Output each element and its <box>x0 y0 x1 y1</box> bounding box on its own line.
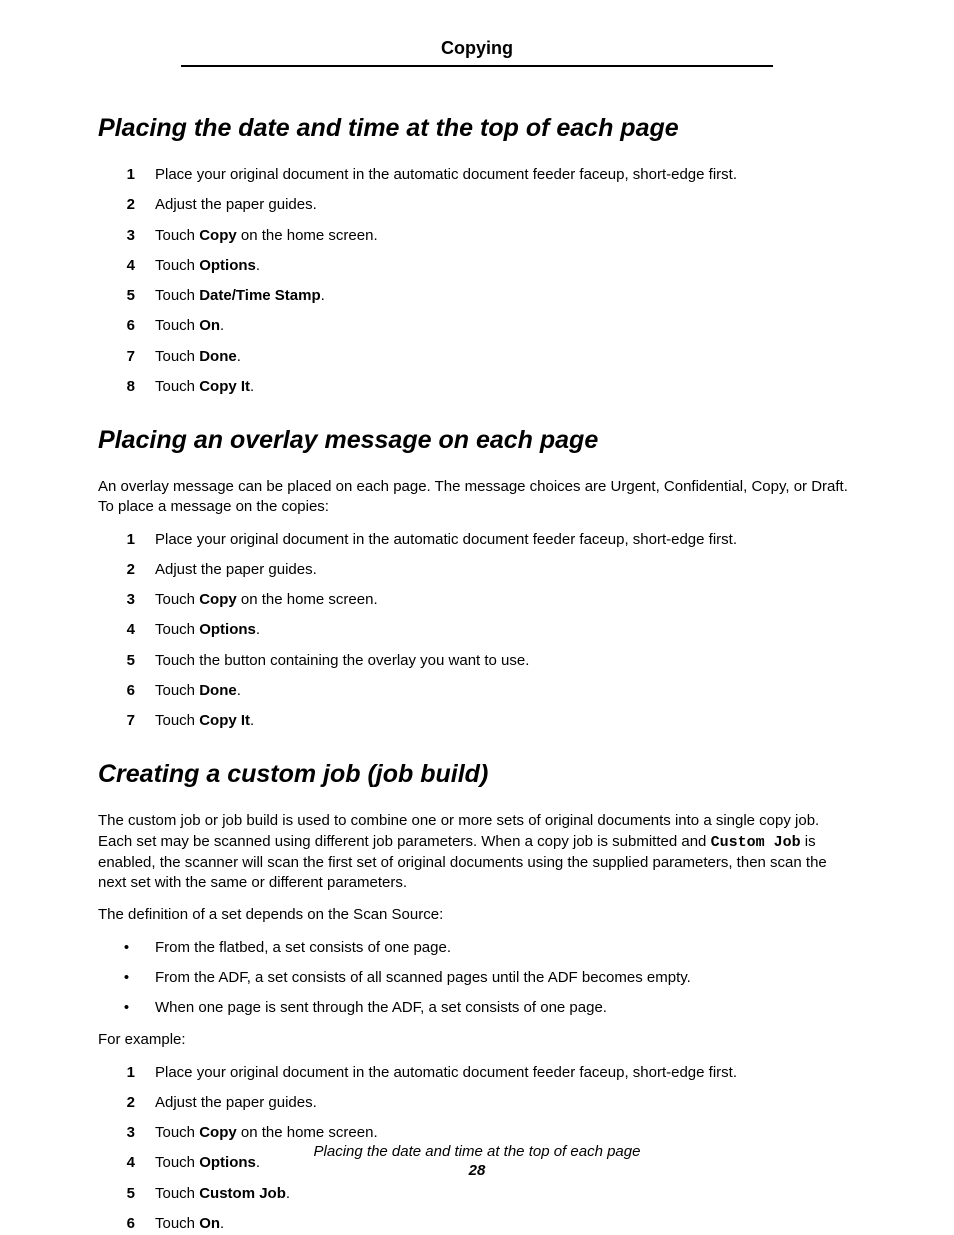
list-item: 5Touch Date/Time Stamp. <box>98 286 856 306</box>
bullet-icon: • <box>98 968 155 988</box>
bold-term: Copy It <box>199 712 250 729</box>
step-number: 7 <box>98 347 155 367</box>
step-text: Touch On. <box>155 1214 856 1234</box>
list-item: 4Touch Options. <box>98 620 856 640</box>
section-heading: Placing an overlay message on each page <box>98 425 856 455</box>
list-item: 1Place your original document in the aut… <box>98 530 856 550</box>
step-number: 3 <box>98 590 155 610</box>
list-item: 4Touch Options. <box>98 256 856 276</box>
step-text: Touch Copy It. <box>155 711 856 731</box>
list-item: 2Adjust the paper guides. <box>98 195 856 215</box>
step-text: Adjust the paper guides. <box>155 560 856 580</box>
bullet-icon: • <box>98 998 155 1018</box>
definition-line: The definition of a set depends on the S… <box>98 905 856 925</box>
step-text: Touch Copy on the home screen. <box>155 1123 856 1143</box>
step-text: Touch Date/Time Stamp. <box>155 286 856 306</box>
step-number: 4 <box>98 620 155 640</box>
list-item: 5Touch the button containing the overlay… <box>98 651 856 671</box>
step-number: 2 <box>98 1093 155 1113</box>
step-text: Touch the button containing the overlay … <box>155 651 856 671</box>
list-item: 3Touch Copy on the home screen. <box>98 590 856 610</box>
document-page: Copying Placing the date and time at the… <box>0 0 954 1235</box>
inline-code: Custom Job <box>711 834 801 851</box>
chapter-title: Copying <box>98 38 856 65</box>
list-item: 6Touch On. <box>98 316 856 336</box>
list-item: •When one page is sent through the ADF, … <box>98 998 856 1018</box>
step-number: 7 <box>98 711 155 731</box>
bold-term: Done <box>199 682 237 699</box>
step-number: 3 <box>98 1123 155 1143</box>
list-item: 1Place your original document in the aut… <box>98 165 856 185</box>
step-number: 4 <box>98 256 155 276</box>
step-text: Adjust the paper guides. <box>155 195 856 215</box>
bold-term: Options <box>199 621 256 638</box>
list-item: •From the flatbed, a set consists of one… <box>98 938 856 958</box>
step-text: Touch Options. <box>155 620 856 640</box>
step-text: Adjust the paper guides. <box>155 1093 856 1113</box>
step-text: Touch Done. <box>155 347 856 367</box>
step-text: Touch Copy It. <box>155 377 856 397</box>
step-text: Touch Copy on the home screen. <box>155 590 856 610</box>
bold-term: Custom Job <box>199 1185 286 1202</box>
step-text: Place your original document in the auto… <box>155 1063 856 1083</box>
step-number: 8 <box>98 377 155 397</box>
bullet-icon: • <box>98 938 155 958</box>
step-text: Place your original document in the auto… <box>155 530 856 550</box>
list-item: 3Touch Copy on the home screen. <box>98 1123 856 1143</box>
step-text: Touch Done. <box>155 681 856 701</box>
step-number: 5 <box>98 286 155 306</box>
step-number: 6 <box>98 316 155 336</box>
step-text: Touch Custom Job. <box>155 1184 856 1204</box>
list-item: 3Touch Copy on the home screen. <box>98 226 856 246</box>
list-item: 5Touch Custom Job. <box>98 1184 856 1204</box>
section-heading: Placing the date and time at the top of … <box>98 113 856 143</box>
bold-term: Copy <box>199 591 237 608</box>
ordered-list: 1Place your original document in the aut… <box>98 165 856 397</box>
step-number: 1 <box>98 165 155 185</box>
bold-term: On <box>199 317 220 334</box>
list-item: 6Touch Done. <box>98 681 856 701</box>
bold-term: Copy <box>199 1124 237 1141</box>
list-item: 8Touch Copy It. <box>98 377 856 397</box>
list-item: 7Touch Done. <box>98 347 856 367</box>
bold-term: On <box>199 1215 220 1232</box>
list-item: 2Adjust the paper guides. <box>98 1093 856 1113</box>
bullet-list: •From the flatbed, a set consists of one… <box>98 938 856 1019</box>
step-text: Place your original document in the auto… <box>155 165 856 185</box>
step-number: 5 <box>98 1184 155 1204</box>
bold-term: Copy <box>199 227 237 244</box>
list-item: •From the ADF, a set consists of all sca… <box>98 968 856 988</box>
step-number: 1 <box>98 1063 155 1083</box>
step-number: 6 <box>98 681 155 701</box>
intro-paragraph: An overlay message can be placed on each… <box>98 477 856 518</box>
step-number: 1 <box>98 530 155 550</box>
bold-term: Date/Time Stamp <box>199 287 320 304</box>
footer-title: Placing the date and time at the top of … <box>0 1143 954 1160</box>
bold-term: Options <box>199 257 256 274</box>
step-number: 2 <box>98 560 155 580</box>
list-item: 6Touch On. <box>98 1214 856 1234</box>
step-number: 2 <box>98 195 155 215</box>
bold-term: Copy It <box>199 378 250 395</box>
list-item: 7Touch Copy It. <box>98 711 856 731</box>
example-label: For example: <box>98 1030 856 1050</box>
list-item: 2Adjust the paper guides. <box>98 560 856 580</box>
bullet-text: From the flatbed, a set consists of one … <box>155 938 856 958</box>
list-item: 1Place your original document in the aut… <box>98 1063 856 1083</box>
step-number: 3 <box>98 226 155 246</box>
step-number: 6 <box>98 1214 155 1234</box>
ordered-list: 1Place your original document in the aut… <box>98 530 856 732</box>
step-text: Touch On. <box>155 316 856 336</box>
section-heading: Creating a custom job (job build) <box>98 759 856 789</box>
bullet-text: When one page is sent through the ADF, a… <box>155 998 856 1018</box>
header-rule <box>181 65 773 67</box>
intro-paragraph: The custom job or job build is used to c… <box>98 811 856 893</box>
page-footer: Placing the date and time at the top of … <box>0 1143 954 1179</box>
bold-term: Done <box>199 348 237 365</box>
step-number: 5 <box>98 651 155 671</box>
page-number: 28 <box>0 1162 954 1179</box>
bullet-text: From the ADF, a set consists of all scan… <box>155 968 856 988</box>
step-text: Touch Copy on the home screen. <box>155 226 856 246</box>
step-text: Touch Options. <box>155 256 856 276</box>
